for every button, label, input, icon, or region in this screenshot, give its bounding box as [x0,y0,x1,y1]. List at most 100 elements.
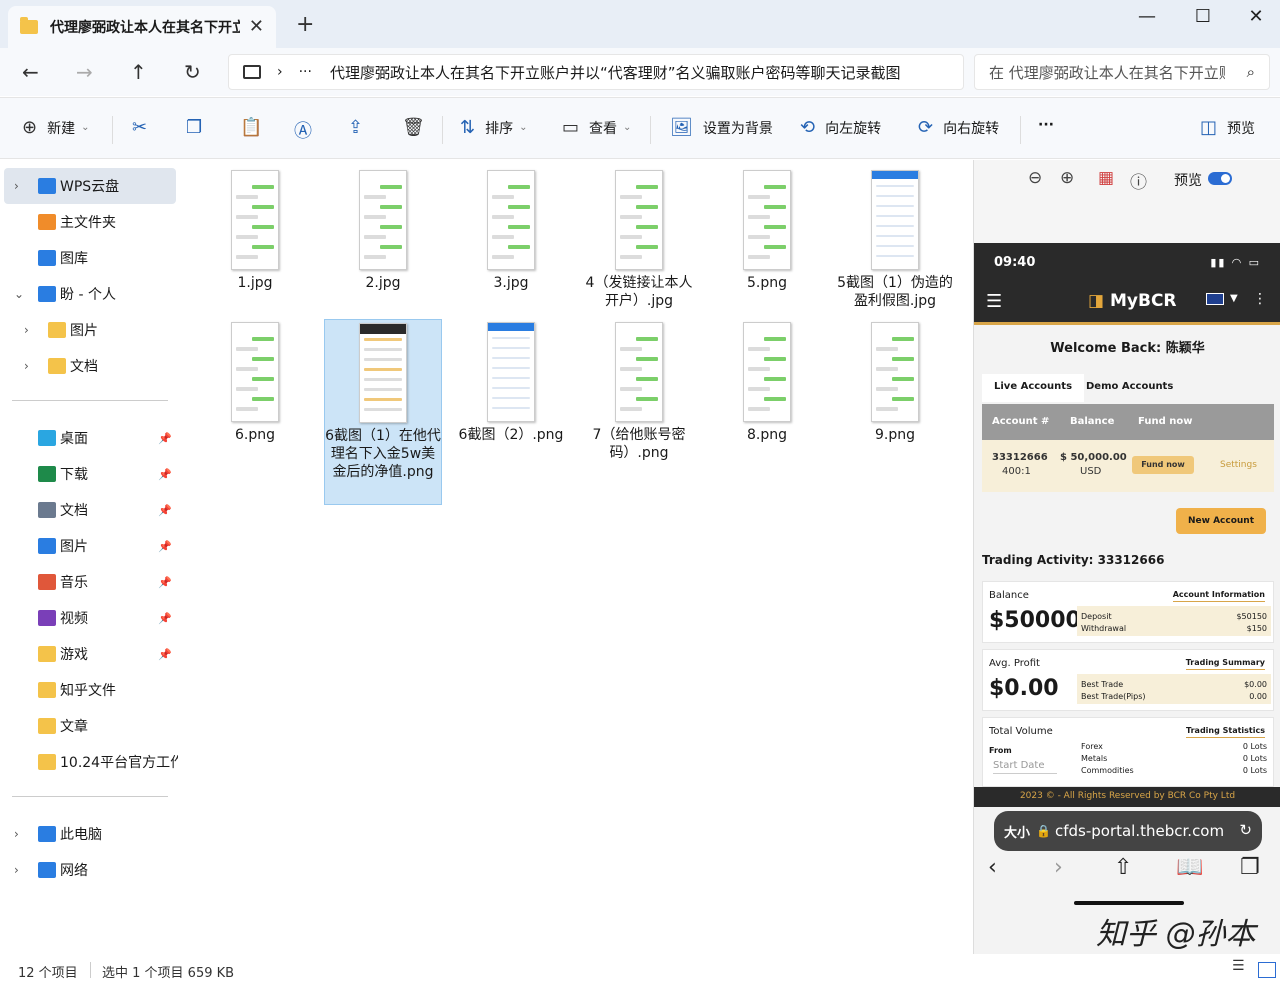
help-icon[interactable]: ⓘ [1130,168,1147,193]
rename-icon: Ⓐ [294,121,312,142]
preview-toggle[interactable] [1208,172,1232,185]
file-item[interactable]: 6截图（1）在他代理名下入金5w美金后的净值.png [324,319,442,505]
sidebar-item-desktop[interactable]: 桌面 📌 [0,420,178,456]
file-name: 9.png [874,427,915,443]
pin-icon[interactable]: 📌 [158,504,172,517]
paste-button[interactable]: 📋 [240,117,272,138]
deposit-label: Deposit [1081,612,1112,621]
details-view-icon[interactable]: ☰ [1232,958,1250,974]
more-options-button[interactable]: ··· [1038,117,1054,133]
refresh-icon[interactable]: ↻ [184,60,201,84]
file-item[interactable]: 4（发链接让本人开户）.jpg [580,170,698,310]
divider [650,116,651,144]
browser-bookmarks-icon: 📖 [1176,855,1204,880]
url-text: cfds-portal.thebcr.com [1054,822,1225,840]
sidebar-item-games[interactable]: 游戏 📌 [0,636,178,672]
delete-button[interactable]: 🗑 [402,117,435,138]
pin-icon[interactable]: 📌 [158,612,172,625]
chevron-right-icon[interactable]: › [24,323,29,337]
rotate-right-button[interactable]: ⟳ 向右旋转 [918,117,999,138]
pin-icon[interactable]: 📌 [158,468,172,481]
tiles-view-icon[interactable] [1258,962,1276,978]
file-item[interactable]: 1.jpg [196,170,314,292]
sidebar-item-downloads[interactable]: 下载 📌 [0,456,178,492]
file-item[interactable]: 9.png [836,322,954,444]
file-item[interactable]: 6.png [196,322,314,444]
col-balance: Balance [1070,416,1115,427]
divider [12,400,168,401]
volume-card: Total Volume Trading Statistics From Sta… [982,717,1274,787]
sidebar-item-videos[interactable]: 视频 📌 [0,600,178,636]
sidebar-item-music[interactable]: 音乐 📌 [0,564,178,600]
grid-icon[interactable]: ▦ [1098,168,1114,188]
sidebar-item-documents-quick[interactable]: 文档 📌 [0,492,178,528]
back-arrow-icon[interactable]: ← [22,60,39,84]
phone-status-bar: 09:40 ▮▮ ◠ ▭ [974,243,1280,281]
sidebar-item-network[interactable]: › 网络 [0,852,178,888]
copy-button[interactable]: ❐ [186,117,212,138]
close-window-button[interactable]: ✕ [1241,6,1271,30]
chevron-right-icon[interactable]: › [14,179,19,193]
sidebar-item-documents[interactable]: › 文档 [0,348,178,384]
sidebar-item-gallery[interactable]: 图库 [0,240,178,276]
chevron-right-icon[interactable]: › [14,827,19,841]
account-balance: $ 50,000.00 [1060,452,1127,463]
chevron-right-icon[interactable]: › [14,863,19,877]
sort-button[interactable]: ⇅ 排序 ⌄ [460,117,527,138]
file-item[interactable]: 3.jpg [452,170,570,292]
lock-icon: 🔒 [1036,824,1051,838]
overflow-path-icon[interactable]: ··· [299,64,312,80]
minimize-button[interactable]: — [1132,6,1162,30]
sidebar-item-pictures[interactable]: › 图片 [0,312,178,348]
file-item[interactable]: 5.png [708,170,826,292]
forward-arrow-icon[interactable]: → [76,60,93,84]
zoom-in-icon[interactable]: ⊕ [1060,168,1074,188]
window-tab[interactable]: 代理廖弼政让本人在其名下开立账户并以“代客理财”名义骗取账户密码等聊天记录截图 … [8,6,276,48]
sidebar-item-this-pc[interactable]: › 此电脑 [0,816,178,852]
file-item[interactable]: 7（给他账号密码）.png [580,322,698,462]
metals-row: Metals 0 Lots [1081,754,1267,763]
tab-close-icon[interactable]: ✕ [249,16,264,37]
file-item[interactable]: 6截图（2）.png [452,322,570,444]
file-thumbnail [359,323,407,423]
sidebar-item-wps-cloud[interactable]: › WPS云盘 [4,168,176,204]
file-item[interactable]: 5截图（1）伪造的盈利假图.jpg [836,170,954,310]
search-input[interactable]: 在 代理廖弼政让本人在其名下开立账户并以“代客理财”名义骗取账户密码等聊天记录截… [974,54,1270,90]
card-title: Avg. Profit [989,658,1040,669]
games-icon [38,646,56,662]
sidebar-item-pictures-quick[interactable]: 图片 📌 [0,528,178,564]
sidebar-item-zhihu-files[interactable]: 知乎文件 [0,672,178,708]
sidebar-item-platform-work[interactable]: 10.24平台官方工作 [0,744,184,780]
address-bar[interactable]: › ··· 代理廖弼政让本人在其名下开立账户并以“代客理财”名义骗取账户密码等聊… [228,54,964,90]
card-value: $50000 [989,608,1081,633]
share-button[interactable]: ⇪ [348,117,373,138]
chevron-down-icon[interactable]: ⌄ [14,287,24,301]
rename-button[interactable]: Ⓐ [294,117,322,143]
maximize-button[interactable]: ☐ [1188,6,1218,30]
chevron-right-icon[interactable]: › [277,64,283,80]
pin-icon[interactable]: 📌 [158,576,172,589]
rotate-left-button[interactable]: ⟲ 向左旋转 [800,117,881,138]
cut-button[interactable]: ✂ [132,117,157,138]
folder-icon [20,17,38,34]
app-footer: 2023 © - All Rights Reserved by BCR Co P… [974,787,1280,807]
file-item[interactable]: 8.png [708,322,826,444]
pin-icon[interactable]: 📌 [158,540,172,553]
sidebar-item-articles[interactable]: 文章 [0,708,178,744]
file-item[interactable]: 2.jpg [324,170,442,292]
set-background-button[interactable]: 🖼 设置为背景 [670,117,773,138]
tab-title: 代理廖弼政让本人在其名下开立账户并以“代客理财”名义骗取账户密码等聊天记录截图 [50,20,240,36]
up-arrow-icon[interactable]: ↑ [130,60,147,84]
pin-icon[interactable]: 📌 [158,648,172,661]
sidebar-item-onedrive-personal[interactable]: ⌄ 盼 - 个人 [0,276,178,312]
preview-pane-button[interactable]: ◫ 预览 [1200,117,1255,138]
new-tab-button[interactable]: + [296,12,314,37]
chevron-right-icon[interactable]: › [24,359,29,373]
preview-toggle-label: 预览 [1174,173,1202,189]
view-button[interactable]: ▭ 查看 ⌄ [562,117,631,138]
zoom-out-icon[interactable]: ⊖ [1028,168,1042,188]
new-button[interactable]: ⊕ 新建 ⌄ [22,117,89,138]
sidebar-item-home[interactable]: 主文件夹 [0,204,178,240]
pin-icon[interactable]: 📌 [158,432,172,445]
sidebar-item-label: 文档 [70,359,98,375]
